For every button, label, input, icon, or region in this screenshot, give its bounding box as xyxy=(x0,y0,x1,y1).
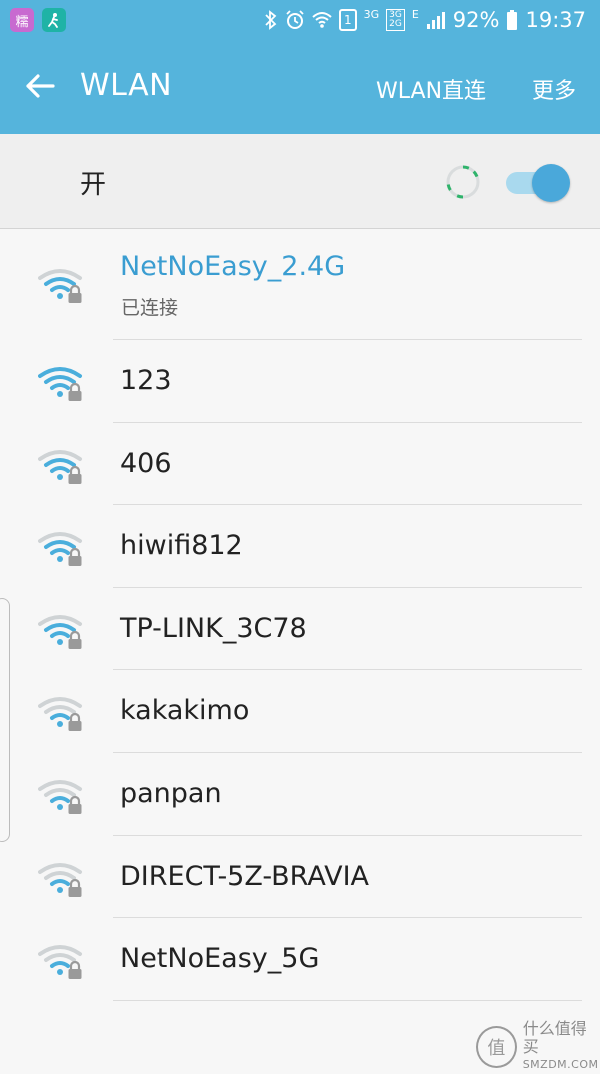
wifi-signal-lock-icon xyxy=(38,614,82,649)
app-notification-icon: 糯 xyxy=(10,8,34,32)
back-button[interactable] xyxy=(20,66,60,106)
wifi-signal-lock-icon xyxy=(38,862,82,897)
battery-icon xyxy=(507,10,518,30)
edge-panel-handle[interactable] xyxy=(0,598,10,842)
wifi-signal-lock-icon xyxy=(38,779,82,814)
sim-slot-badge: 1 xyxy=(338,9,357,31)
network-item[interactable]: DIRECT-5Z-BRAVIA xyxy=(0,836,600,919)
wifi-signal-lock-icon xyxy=(38,945,82,980)
system-icons: 1 3G 3G 2G E 92% 19:37 xyxy=(264,0,586,40)
network-stack-badge: 3G 2G xyxy=(386,9,405,31)
network-name: 123 xyxy=(120,365,172,396)
network-name: DIRECT-5Z-BRAVIA xyxy=(120,860,369,892)
bluetooth-icon xyxy=(265,10,277,30)
network-item[interactable]: panpan xyxy=(0,753,600,836)
clock: 19:37 xyxy=(525,8,586,32)
network-list: NetNoEasy_2.4G 已连接 123 406 hiwifi812 TP-LINK_… xyxy=(0,229,600,1001)
signal-strength-icon xyxy=(426,12,445,29)
network-name: NetNoEasy_5G xyxy=(120,943,320,975)
network-3g-label: 3G xyxy=(363,8,380,21)
wifi-signal-lock-icon xyxy=(38,697,82,732)
network-name: TP-LINK_3C78 xyxy=(120,612,307,644)
switch-thumb xyxy=(532,164,570,202)
watermark: 值 什么值得买 SMZDM.COM xyxy=(476,1020,600,1074)
wifi-status-icon xyxy=(312,12,332,28)
network-name: 406 xyxy=(120,447,172,479)
network-e-label: E xyxy=(411,8,419,21)
network-item[interactable]: NetNoEasy_5G xyxy=(0,918,600,1001)
wifi-signal-lock-icon xyxy=(38,367,82,401)
network-item[interactable]: kakakimo xyxy=(0,670,600,753)
notification-icons: 糯 xyxy=(10,8,66,32)
network-item[interactable]: 406 xyxy=(0,423,600,506)
network-name: panpan xyxy=(120,777,222,809)
network-item[interactable]: 123 xyxy=(0,340,600,423)
wifi-signal-lock-icon xyxy=(38,449,82,484)
alarm-icon xyxy=(286,10,304,29)
toggle-label: 开 xyxy=(80,170,107,200)
network-name: NetNoEasy_2.4G xyxy=(120,251,346,282)
wifi-direct-button[interactable]: WLAN直连 xyxy=(376,73,486,105)
network-item[interactable]: hiwifi812 xyxy=(0,505,600,588)
wifi-signal-lock-icon xyxy=(38,532,82,567)
page-title: WLAN xyxy=(80,68,173,103)
status-bar: 糯 1 3G 3G 2G E 92% 19:37 xyxy=(0,0,600,40)
scanning-spinner-icon xyxy=(446,165,480,199)
divider xyxy=(113,999,582,1001)
wifi-signal-lock-icon xyxy=(38,269,82,303)
wlan-master-toggle-row[interactable]: 开 xyxy=(0,134,600,229)
network-item[interactable]: NetNoEasy_2.4G 已连接 xyxy=(0,229,600,340)
network-item[interactable]: TP-LINK_3C78 xyxy=(0,588,600,671)
network-name: kakakimo xyxy=(120,695,250,727)
wlan-switch[interactable] xyxy=(506,164,572,202)
battery-percent: 92% xyxy=(452,8,500,32)
more-button[interactable]: 更多 xyxy=(532,73,576,105)
app-bar: WLAN WLAN直连 更多 xyxy=(0,40,600,134)
watermark-logo-icon: 值 xyxy=(476,1026,517,1068)
watermark-en: SMZDM.COM xyxy=(522,1058,599,1071)
network-status: 已连接 xyxy=(121,297,179,319)
watermark-cn: 什么值得买 xyxy=(522,1019,587,1056)
fitness-app-icon xyxy=(42,8,66,32)
arrow-left-icon xyxy=(26,74,55,98)
network-name: hiwifi812 xyxy=(120,530,243,562)
